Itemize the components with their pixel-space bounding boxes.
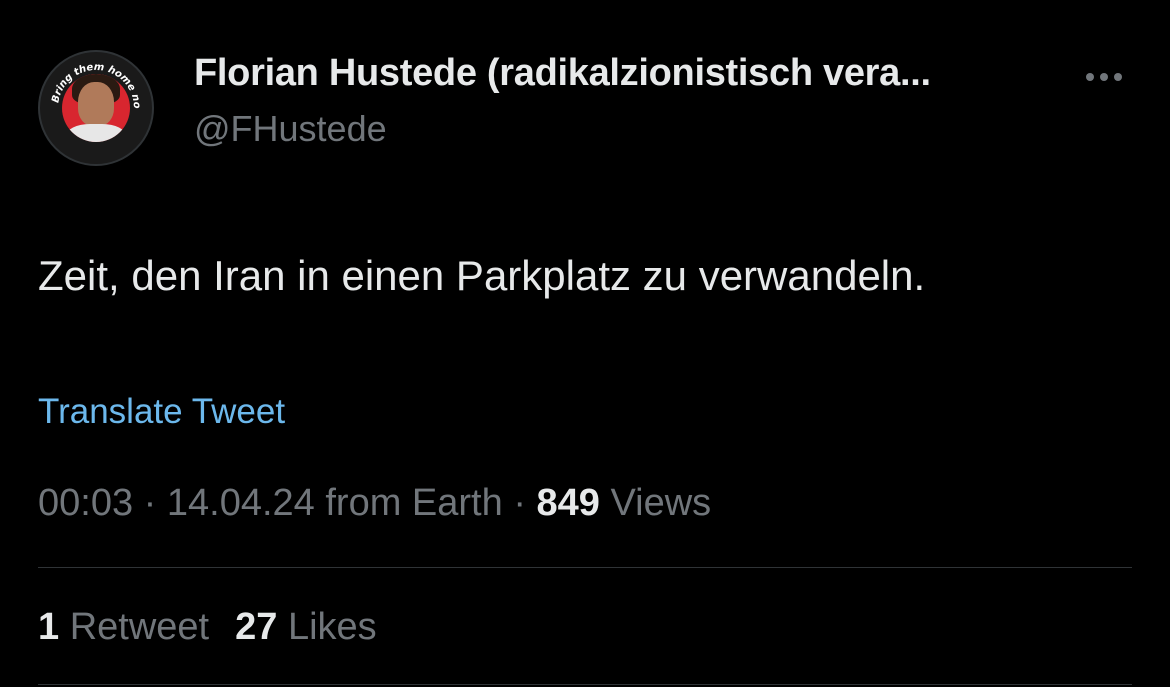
tweet-detail: Bring them home now Florian Hustede (rad… bbox=[0, 0, 1170, 687]
author-handle[interactable]: @FHustede bbox=[194, 108, 387, 150]
divider bbox=[38, 567, 1132, 568]
meta-separator: · bbox=[143, 482, 157, 524]
engagement-stats: 1 Retweet 27 Likes bbox=[38, 606, 377, 649]
more-horizontal-icon[interactable] bbox=[1086, 68, 1132, 86]
likes-count: 27 bbox=[235, 606, 278, 648]
views-label: Views bbox=[610, 482, 712, 524]
avatar[interactable]: Bring them home now bbox=[38, 50, 154, 166]
retweets-stat[interactable]: 1 Retweet bbox=[38, 606, 209, 648]
tweet-time[interactable]: 00:03 bbox=[38, 482, 133, 524]
tweet-date[interactable]: 14.04.24 bbox=[167, 482, 315, 524]
author-display-name[interactable]: Florian Hustede (radikalzionistisch vera… bbox=[194, 52, 931, 95]
meta-separator: · bbox=[513, 482, 526, 524]
translate-tweet-link[interactable]: Translate Tweet bbox=[38, 392, 285, 432]
likes-label: Likes bbox=[287, 606, 377, 648]
tweet-meta: 00:03 · 14.04.24 from Earth · 849 Views bbox=[38, 482, 711, 525]
tweet-text: Zeit, den Iran in einen Parkplatz zu ver… bbox=[38, 252, 926, 299]
avatar-photo bbox=[62, 74, 130, 142]
likes-stat[interactable]: 27 Likes bbox=[235, 606, 377, 648]
views-count: 849 bbox=[536, 482, 600, 524]
tweet-source: from Earth bbox=[325, 482, 503, 524]
retweets-label: Retweet bbox=[69, 606, 210, 648]
retweets-count: 1 bbox=[38, 606, 60, 648]
divider bbox=[38, 684, 1132, 685]
